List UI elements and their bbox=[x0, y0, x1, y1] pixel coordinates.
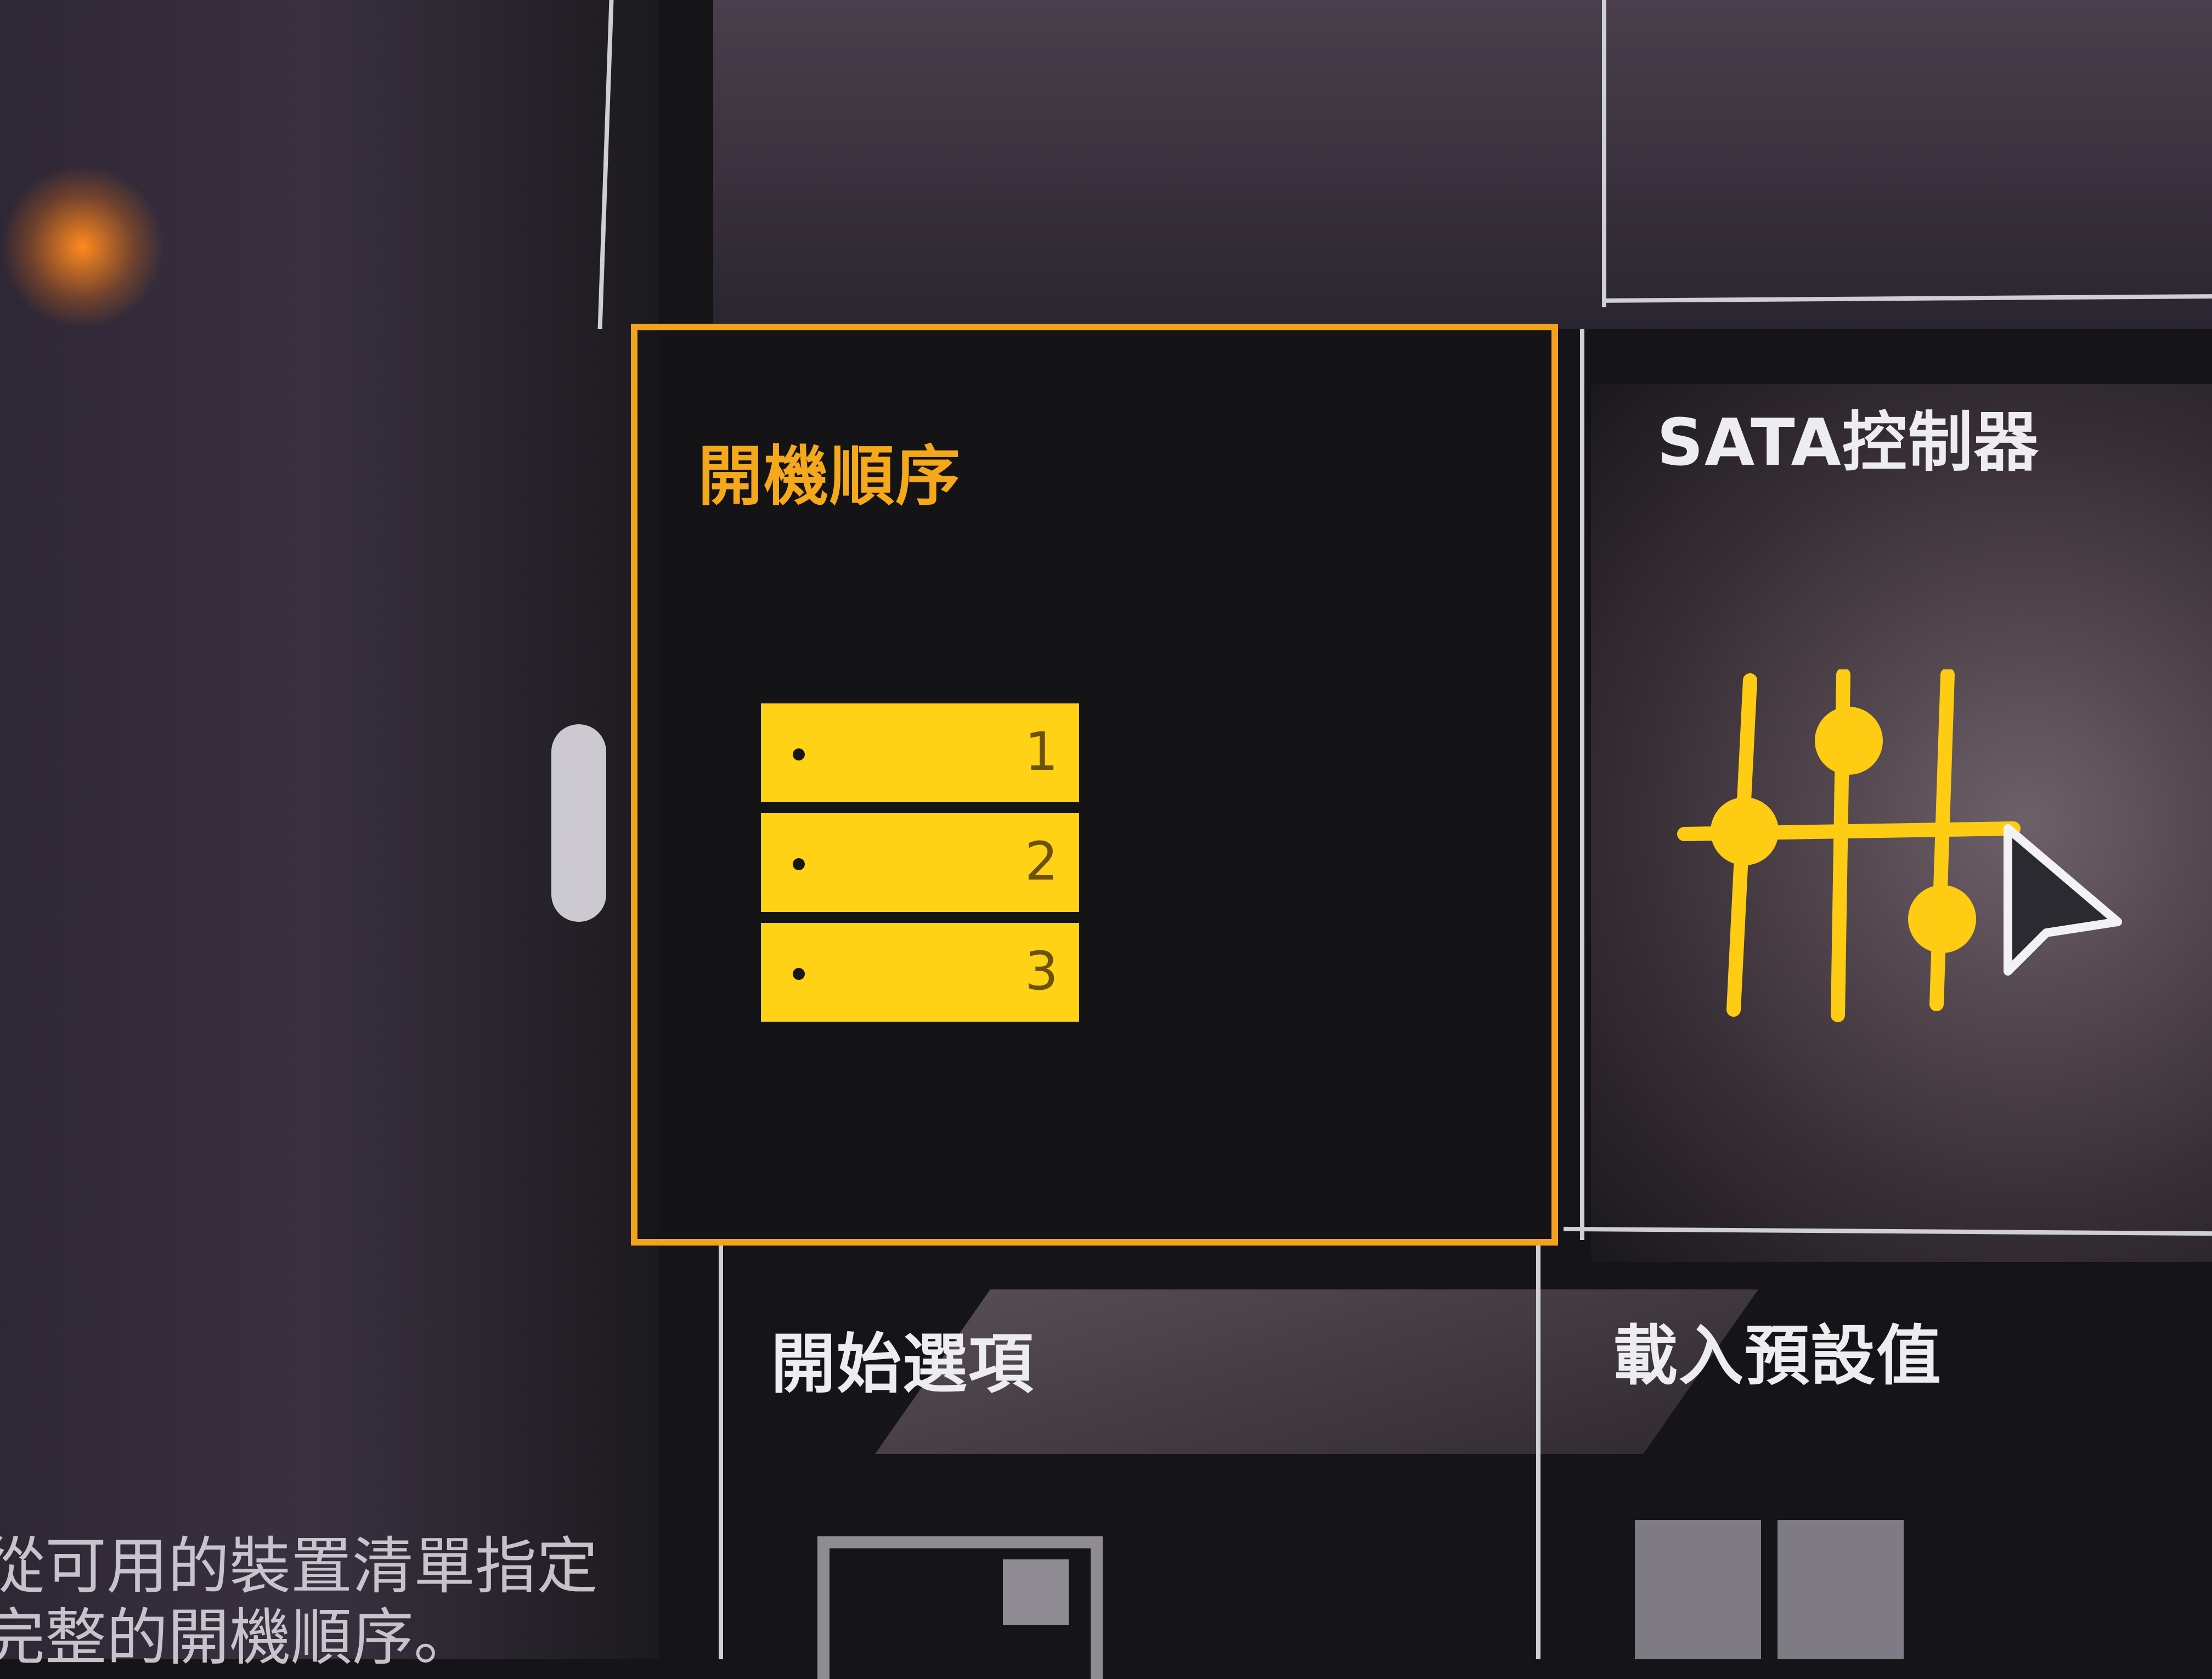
boot-order-number: 2 bbox=[1024, 831, 1058, 892]
tile-title-sata-controller: SATA控制器 bbox=[1657, 404, 2040, 480]
description-line: 完整的開機順序。 bbox=[0, 1602, 475, 1674]
tile-title-boot-order: 開機順序 bbox=[698, 438, 962, 514]
tile-title-start-options: 開始選項 bbox=[771, 1326, 1035, 1402]
tile-description: 從可用的裝置清單指定 完整的開機順序。 bbox=[0, 1531, 697, 1674]
boot-order-row: 3 bbox=[761, 923, 1079, 1022]
tile-load-defaults[interactable]: 載入預設值 bbox=[1553, 1240, 2212, 1659]
tile-start-options[interactable]: 開始選項 bbox=[713, 1251, 1547, 1679]
sata-controller-icon bbox=[1677, 669, 2021, 1022]
grid-divider bbox=[1602, 0, 1606, 307]
boot-order-number: 3 bbox=[1024, 940, 1058, 1002]
boot-order-row: 2 bbox=[761, 813, 1079, 912]
boot-order-icon: 1 2 3 bbox=[761, 703, 1079, 1022]
mouse-pointer-icon bbox=[2004, 824, 2122, 976]
load-defaults-icon bbox=[1635, 1520, 1920, 1659]
tile-title-load-defaults: 載入預設值 bbox=[1613, 1318, 1943, 1394]
scrollbar-thumb[interactable] bbox=[551, 724, 606, 922]
tile-boot-order[interactable]: 開機順序 1 2 3 bbox=[631, 324, 1558, 1246]
boot-order-number: 1 bbox=[1024, 721, 1058, 782]
tile-sata-controller[interactable]: SATA控制器 bbox=[1564, 307, 2212, 1240]
boot-order-row: 1 bbox=[761, 703, 1079, 802]
description-line: 從可用的裝置清單指定 bbox=[0, 1531, 598, 1602]
start-options-icon bbox=[817, 1536, 1103, 1679]
